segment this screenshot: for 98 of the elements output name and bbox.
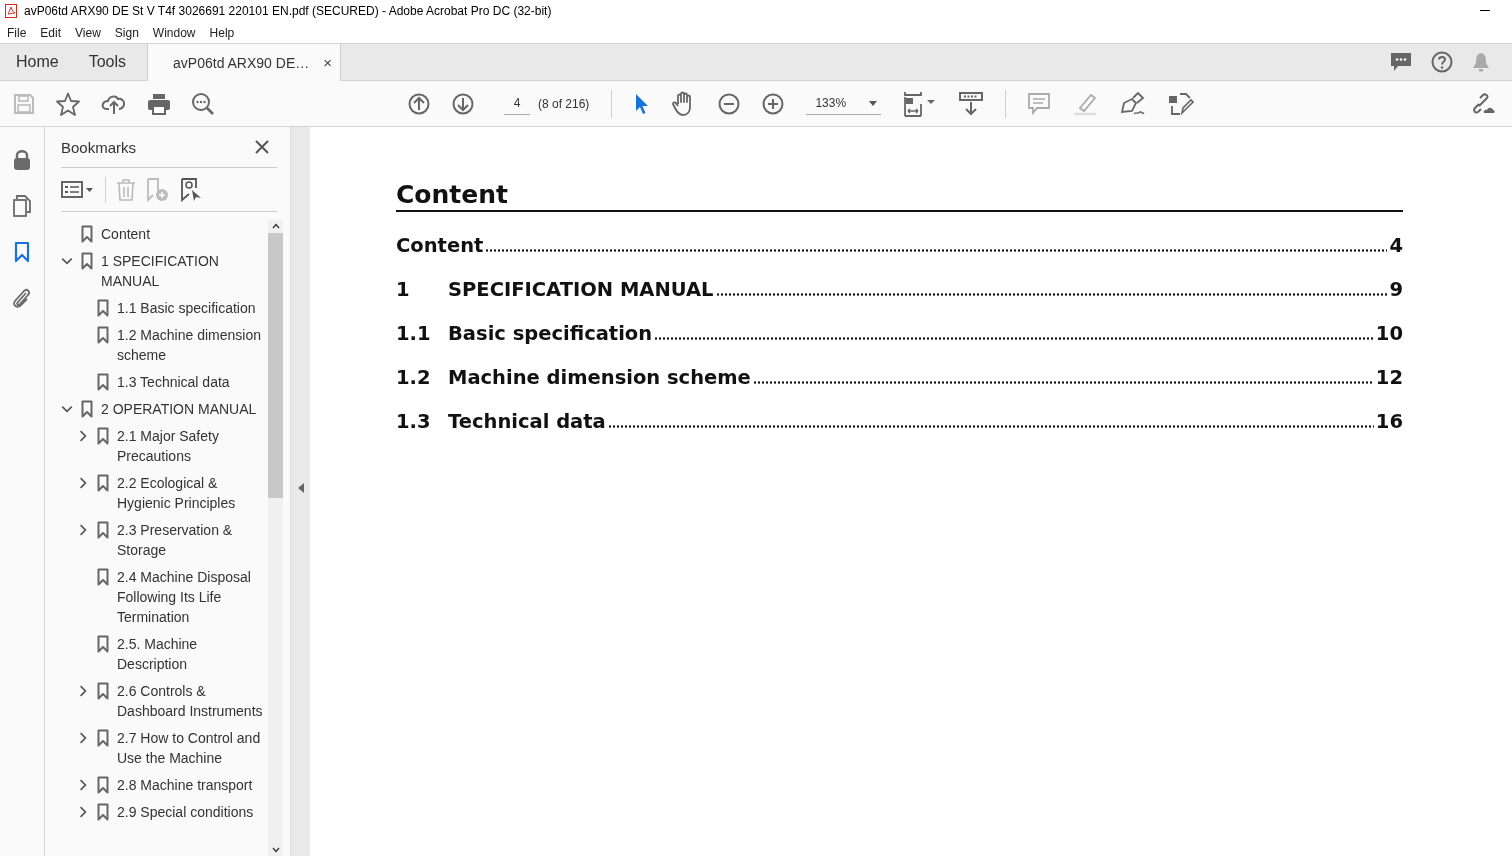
bookmark-item[interactable]: 1.2 Machine dimension scheme	[117, 325, 263, 365]
page-heading: Content	[396, 180, 1403, 212]
edit-document-icon[interactable]	[1168, 91, 1195, 116]
close-icon[interactable]	[255, 140, 269, 154]
chevron-right-icon[interactable]	[77, 779, 89, 791]
bookmark-item[interactable]: 2.3 Preservation & Storage	[117, 520, 263, 560]
bookmark-icon	[97, 474, 109, 492]
panel-title: Bookmarks	[61, 138, 137, 156]
menu-item[interactable]: File	[7, 25, 27, 40]
toc-title[interactable]: Technical data	[448, 410, 606, 433]
bookmark-icon	[97, 729, 109, 747]
menu-item[interactable]: Sign	[114, 25, 139, 40]
bookmark-item[interactable]: Content	[101, 224, 151, 244]
toc-page-number[interactable]: 16	[1375, 410, 1403, 433]
bookmark-item[interactable]: 2 OPERATION MANUAL	[101, 399, 257, 419]
bookmark-item[interactable]: 2.7 How to Control and Use the Machine	[117, 728, 263, 768]
bookmark-icon	[97, 803, 109, 821]
bookmark-icon	[97, 521, 109, 539]
zoom-in-icon[interactable]	[762, 92, 785, 115]
cloud-link-icon[interactable]	[1470, 91, 1496, 116]
star-icon[interactable]	[55, 91, 81, 116]
pen-sign-icon[interactable]	[1120, 91, 1147, 116]
bookmark-item[interactable]: 2.5. Machine Description	[117, 634, 263, 674]
bookmark-item[interactable]: 1.3 Technical data	[117, 372, 230, 392]
page-number-field[interactable]: 4	[504, 92, 530, 115]
pdf-file-icon	[5, 4, 17, 18]
collapse-panel-icon[interactable]	[297, 482, 304, 493]
bookmark-icon	[97, 776, 109, 794]
print-icon[interactable]	[147, 92, 171, 115]
toc-page-number[interactable]: 10	[1375, 322, 1403, 345]
scrollbar[interactable]	[268, 220, 283, 856]
zoom-out-icon[interactable]	[718, 92, 741, 115]
toc-title[interactable]: Basic specification	[448, 322, 653, 345]
paperclip-icon[interactable]	[12, 287, 32, 309]
bookmark-icon	[81, 225, 93, 243]
chevron-right-icon[interactable]	[77, 806, 89, 818]
zoom-search-icon[interactable]	[191, 91, 215, 116]
window-title: avP06td ARX90 DE St V T4f 3026691 220101 EN.pdf (SECURED) - Adobe Acrobat Pro DC (32-bit)	[24, 4, 552, 18]
bookmark-icon	[97, 682, 109, 700]
scroll-mode-icon[interactable]	[959, 91, 984, 116]
tab[interactable]: Home	[0, 44, 74, 80]
bookmark-item[interactable]: 1.1 Basic specification	[117, 298, 256, 318]
chevron-right-icon[interactable]	[77, 732, 89, 744]
options-list-icon[interactable]	[61, 180, 95, 199]
chevron-down-icon[interactable]	[61, 255, 73, 267]
bookmark-icon[interactable]	[14, 241, 30, 263]
minimize-icon[interactable]	[1480, 10, 1490, 12]
bookmark-icon	[81, 400, 93, 418]
arrow-up-circle-icon[interactable]	[408, 92, 430, 115]
chevron-down-icon[interactable]	[61, 403, 73, 415]
toc-number: 1.2	[396, 366, 432, 389]
bookmark-item[interactable]: 2.9 Special conditions	[117, 802, 254, 822]
bookmark-icon	[97, 568, 109, 586]
bookmark-icon	[97, 427, 109, 445]
bookmark-icon	[97, 373, 109, 391]
bookmark-search-icon[interactable]	[180, 177, 202, 202]
bookmark-item[interactable]: 1 SPECIFICATION MANUAL	[101, 251, 263, 291]
chevron-right-icon[interactable]	[77, 524, 89, 536]
scroll-down-icon[interactable]	[271, 847, 280, 853]
bookmark-icon	[81, 252, 93, 270]
bookmark-item[interactable]: 2.8 Machine transport	[117, 775, 253, 795]
arrow-down-circle-icon[interactable]	[452, 92, 474, 115]
tab[interactable]: avP06td ARX90 DE… ×	[147, 44, 341, 81]
bookmark-icon	[97, 326, 109, 344]
bookmark-icon	[97, 635, 109, 653]
bookmark-item[interactable]: 2.2 Ecological & Hygienic Principles	[117, 473, 263, 513]
toc-page-number[interactable]: 9	[1389, 278, 1403, 301]
page-count: (8 of 216)	[538, 96, 590, 111]
bookmark-item[interactable]: 2.4 Machine Disposal Following Its Life Termination	[117, 567, 263, 627]
zoom-dropdown[interactable]: 133%	[806, 92, 882, 115]
cursor-icon[interactable]	[634, 92, 651, 115]
menu-item[interactable]: Window	[152, 25, 196, 40]
toc-title[interactable]: Machine dimension scheme	[448, 366, 751, 389]
toc-number: 1.3	[396, 410, 432, 433]
caret-icon[interactable]	[869, 100, 878, 106]
bookmark-item[interactable]: 2.6 Controls & Dashboard Instruments	[117, 681, 263, 721]
toc-number: 1	[396, 278, 411, 301]
chevron-right-icon[interactable]	[77, 685, 89, 697]
toc-page-number[interactable]: 4	[1389, 234, 1403, 257]
toc-title[interactable]: SPECIFICATION MANUAL	[448, 278, 714, 301]
chevron-right-icon[interactable]	[77, 477, 89, 489]
menu-item[interactable]: Edit	[40, 25, 62, 40]
tab-close-button[interactable]: ×	[323, 54, 332, 71]
toc-title[interactable]: Content	[396, 234, 484, 257]
toc-page-number[interactable]: 12	[1375, 366, 1403, 389]
menu-item[interactable]: Help	[209, 25, 235, 40]
tab[interactable]: Tools	[73, 44, 142, 80]
lock-icon[interactable]	[13, 149, 31, 171]
scroll-up-icon[interactable]	[271, 223, 280, 229]
help-icon[interactable]	[1431, 51, 1453, 73]
chevron-right-icon[interactable]	[77, 430, 89, 442]
bookmark-item[interactable]: 2.1 Major Safety Precautions	[117, 426, 263, 466]
toc-number: 1.1	[396, 322, 432, 345]
pages-icon[interactable]	[12, 195, 32, 217]
bookmark-icon	[97, 299, 109, 317]
fit-page-icon[interactable]	[903, 90, 938, 117]
menu-item[interactable]: View	[75, 25, 101, 40]
chat-icon[interactable]	[1390, 52, 1412, 72]
